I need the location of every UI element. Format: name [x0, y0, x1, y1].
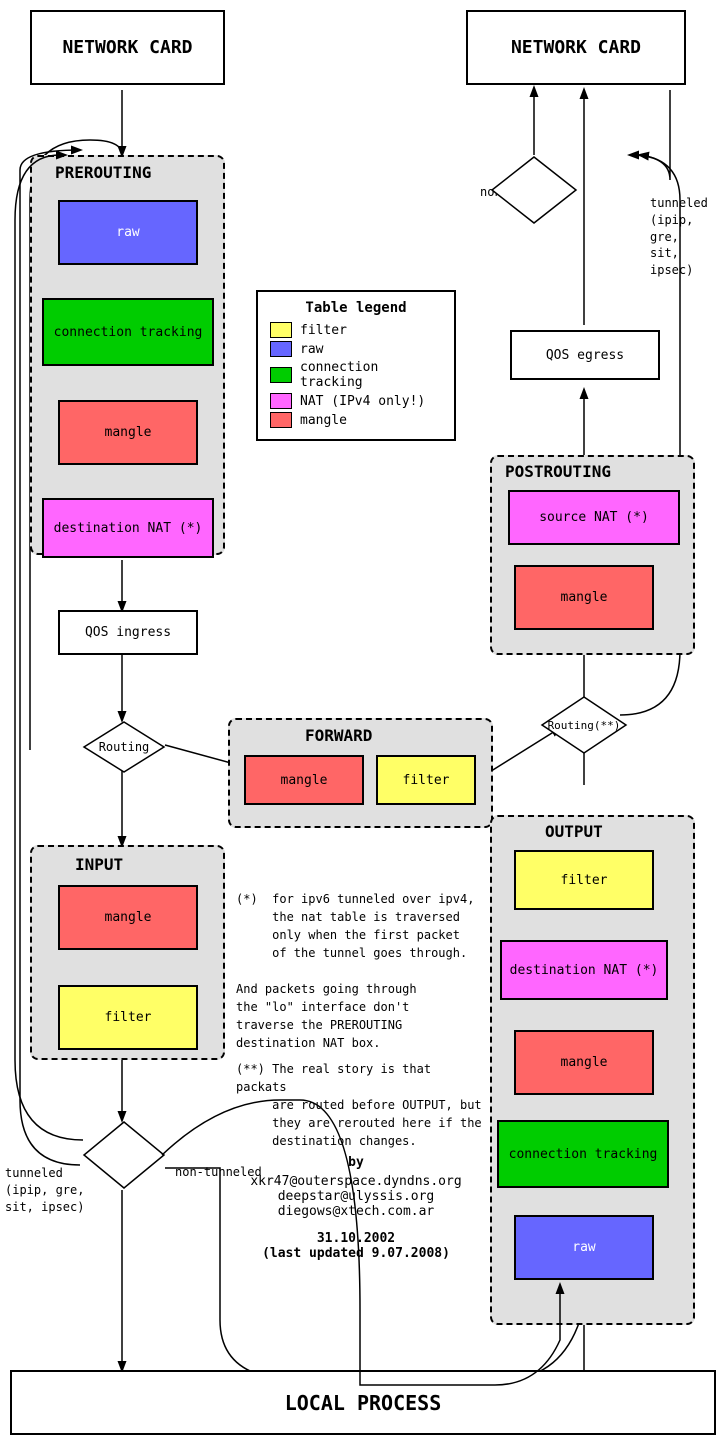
legend-color-mangle — [270, 412, 292, 428]
updated: (last updated 9.07.2008) — [236, 1246, 476, 1261]
output-title: OUTPUT — [545, 822, 603, 841]
box-dest-nat1: destination NAT (*) — [42, 498, 214, 558]
box-conn-track2: connection tracking — [497, 1120, 669, 1188]
svg-text:Routing(**): Routing(**) — [548, 719, 621, 732]
legend-nat: NAT (IPv4 only!) — [270, 393, 442, 409]
routing-diamond-right: Routing(**) — [540, 695, 630, 759]
legend-raw: raw — [270, 341, 442, 357]
note-double-asterisk: (**) The real story is that packats are … — [236, 1060, 486, 1150]
tunnel-diamond-right — [490, 155, 580, 229]
bottom-routing-diamond — [82, 1120, 167, 1194]
tunneled-label-bottom: tunneled(ipip, gre,sit, ipsec) — [5, 1165, 84, 1215]
box-filter-out: filter — [514, 850, 654, 910]
legend-filter: filter — [270, 322, 442, 338]
legend-color-raw — [270, 341, 292, 357]
legend-conn: connection tracking — [270, 360, 442, 390]
box-qos-egress: QOS egress — [510, 330, 660, 380]
box-mangle-fwd: mangle — [244, 755, 364, 805]
tunneled-label-right: tunneled(ipip, gre,sit, ipsec) — [650, 195, 726, 279]
box-raw2: raw — [514, 1215, 654, 1280]
forward-title: FORWARD — [305, 726, 372, 745]
box-mangle-in: mangle — [58, 885, 198, 950]
legend-color-filter — [270, 322, 292, 338]
box-mangle-out: mangle — [514, 1030, 654, 1095]
prerouting-title: PREROUTING — [55, 163, 151, 182]
postrouting-title: POSTROUTING — [505, 462, 611, 481]
legend-color-nat — [270, 393, 292, 409]
input-title: INPUT — [75, 855, 123, 874]
note-asterisk: (*) for ipv6 tunneled over ipv4, the nat… — [236, 890, 481, 1052]
box-source-nat: source NAT (*) — [508, 490, 680, 545]
box-filter-fwd: filter — [376, 755, 476, 805]
legend-color-conn — [270, 367, 292, 383]
box-qos-ingress: QOS ingress — [58, 610, 198, 655]
routing-diamond: Routing — [82, 720, 167, 779]
svg-text:Routing: Routing — [99, 740, 150, 754]
box-filter-in: filter — [58, 985, 198, 1050]
authors: xkr47@outerspace.dyndns.orgdeepstar@ulys… — [236, 1174, 476, 1219]
legend-box: Table legend filter raw connection track… — [256, 290, 456, 441]
box-mangle-post: mangle — [514, 565, 654, 630]
box-conn-track1: connection tracking — [42, 298, 214, 366]
local-process: LOCAL PROCESS — [10, 1370, 716, 1435]
legend-title: Table legend — [270, 300, 442, 316]
network-card-right: NETWORK CARD — [466, 10, 686, 85]
network-card-left: NETWORK CARD — [30, 10, 225, 85]
box-dest-nat-out: destination NAT (*) — [500, 940, 668, 1000]
by-label: by — [236, 1155, 476, 1170]
date: 31.10.2002 — [236, 1231, 476, 1246]
legend-mangle: mangle — [270, 412, 442, 428]
box-raw1: raw — [58, 200, 198, 265]
author-info: by xkr47@outerspace.dyndns.orgdeepstar@u… — [236, 1155, 476, 1261]
box-mangle1: mangle — [58, 400, 198, 465]
